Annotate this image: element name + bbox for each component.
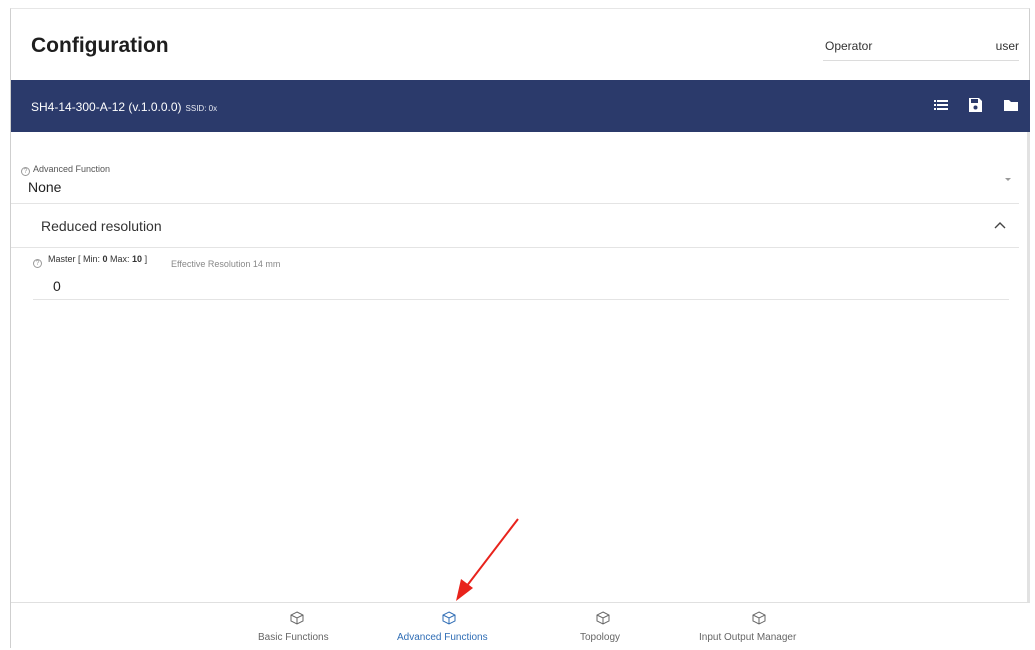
nav-basic-functions[interactable]: Basic Functions (249, 603, 345, 650)
nav-label: Topology (580, 632, 621, 643)
nav-label: Advanced Functions (397, 632, 488, 643)
list-icon[interactable] (933, 97, 949, 113)
master-field[interactable]: ? Master [ Min: 0 Max: 10 ] Effective Re… (33, 254, 1009, 300)
master-max: 10 (132, 254, 143, 264)
ssid-label: SSID: 0x (185, 104, 218, 113)
role-label: Operator (825, 39, 873, 53)
advanced-function-label: ? Advanced Function (21, 164, 110, 176)
bottom-navigation: Basic Functions Advanced Functions Topol… (11, 602, 1030, 649)
advanced-function-select[interactable]: ? Advanced Function None (11, 164, 1019, 204)
cube-icon (442, 611, 456, 625)
master-label-prefix: Master [ Min: (48, 254, 103, 264)
folder-icon[interactable] (1003, 97, 1019, 113)
cube-icon (752, 611, 766, 625)
advanced-function-label-text: Advanced Function (33, 164, 111, 174)
effective-resolution-text: Effective Resolution 14 mm (171, 259, 281, 269)
user-selector[interactable]: Operator user (823, 29, 1019, 61)
save-icon[interactable] (967, 97, 983, 113)
page-title: Configuration (31, 34, 169, 57)
nav-advanced-functions[interactable]: Advanced Functions (389, 603, 509, 650)
help-icon[interactable]: ? (33, 259, 42, 268)
master-label: Master [ Min: 0 Max: 10 ] (48, 254, 147, 264)
device-bar: SH4-14-300-A-12 (v.1.0.0.0) SSID: 0x (11, 80, 1030, 132)
reduced-resolution-section-header[interactable]: Reduced resolution (11, 204, 1019, 248)
dropdown-caret-icon[interactable] (1005, 178, 1011, 181)
nav-topology[interactable]: Topology (571, 603, 635, 650)
help-icon[interactable]: ? (21, 167, 30, 176)
master-label-mid: Max: (107, 254, 133, 264)
master-value-input[interactable]: 0 (53, 278, 61, 294)
advanced-function-value: None (28, 179, 62, 195)
nav-label: Basic Functions (258, 632, 329, 643)
cube-icon (596, 611, 610, 625)
top-bar: Configuration Operator user (11, 9, 1030, 81)
user-label: user (995, 39, 1019, 53)
reduced-resolution-title: Reduced resolution (41, 218, 162, 234)
nav-input-output-manager[interactable]: Input Output Manager (691, 603, 821, 650)
master-label-suffix: ] (142, 254, 148, 264)
chevron-up-icon[interactable] (993, 220, 1007, 230)
cube-icon (290, 611, 304, 625)
nav-label: Input Output Manager (699, 632, 797, 643)
app-window: Configuration Operator user SH4-14-300-A… (10, 8, 1030, 649)
device-title: SH4-14-300-A-12 (v.1.0.0.0) SSID: 0x (31, 100, 217, 114)
advanced-functions-panel: ? Advanced Function None Reduced resoluti… (11, 132, 1030, 602)
device-name: SH4-14-300-A-12 (v.1.0.0.0) (31, 100, 182, 114)
